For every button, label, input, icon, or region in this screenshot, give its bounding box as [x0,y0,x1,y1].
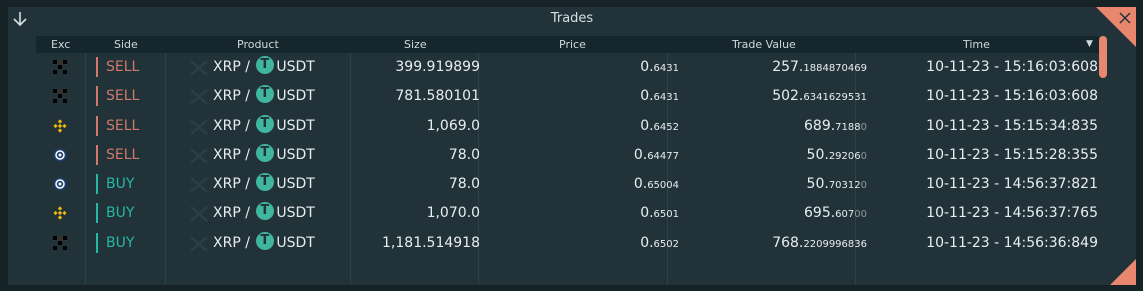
scrollbar-thumb[interactable] [1099,36,1107,78]
binance-icon [53,118,67,133]
side-indicator [96,115,98,136]
col-header-exc[interactable]: Exc [51,38,70,51]
col-header-trade-value[interactable]: Trade Value [732,38,796,51]
side-indicator [96,174,98,195]
usdt-icon [256,167,275,196]
trade-value: 502.6341629531 [772,88,867,105]
price-value: 0.6431 [640,59,679,75]
col-header-size[interactable]: Size [404,38,427,51]
xrp-icon [190,206,208,223]
trade-value: 689.71880 [804,117,867,134]
table-row[interactable]: SELL XRP / USDT 78.0 0.64477 50.292060 1… [36,138,1099,170]
price-value: 0.6502 [640,234,679,251]
resize-handle-icon[interactable] [1110,259,1136,285]
okx-icon [53,89,67,104]
price-value: 0.6452 [640,117,679,134]
xrp-icon [190,147,208,164]
trade-time: 10-11-23 - 15:15:34:835 [926,117,1098,134]
side-label: SELL [106,146,140,163]
usdt-icon [256,196,275,226]
table-row[interactable]: SELL XRP / USDT 781.580101 0.6431 502.63… [36,79,1099,111]
panel-title: Trades [550,11,594,26]
side-indicator [96,232,98,253]
cryptocom-icon [53,148,67,162]
size-value: 78.0 [448,176,480,193]
trades-panel: Trades Exc Side Product Size Price Trade… [8,7,1136,285]
side-indicator [96,57,98,77]
side-label: SELL [106,117,140,134]
price-value: 0.64477 [633,146,679,163]
usdt-icon [256,138,275,167]
table-body: SELL XRP / USDT 399.919899 0.6431 257.18… [36,50,1099,258]
table-header: Exc Side Product Size Price Trade Value … [36,36,1099,53]
trade-value: 50.292060 [806,146,867,163]
trade-value: 768.2209996836 [772,234,867,251]
side-label: SELL [106,88,140,105]
usdt-icon [256,109,275,138]
side-label: BUY [106,205,135,222]
cryptocom-icon [53,177,67,191]
product-pair: XRP / USDT [213,167,315,199]
product-pair: XRP / USDT [213,50,315,82]
usdt-icon [256,79,275,109]
col-header-side[interactable]: Side [114,38,138,51]
xrp-icon [190,60,208,76]
trade-value: 50.703120 [806,176,867,193]
side-indicator [96,144,98,165]
trade-time: 10-11-23 - 15:16:03:608 [926,88,1098,105]
trade-time: 10-11-23 - 15:16:03:608 [926,59,1098,75]
usdt-icon [256,50,275,79]
table-row[interactable]: BUY XRP / USDT 1,181.514918 0.6502 768.2… [36,226,1099,258]
product-pair: XRP / USDT [213,138,315,170]
side-indicator [96,86,98,107]
xrp-icon [190,118,208,135]
side-label: BUY [106,234,135,251]
col-header-time[interactable]: Time [963,38,990,51]
xrp-icon [190,89,208,106]
side-label: BUY [106,176,135,193]
trade-time: 10-11-23 - 14:56:37:821 [926,176,1098,193]
trade-time: 10-11-23 - 14:56:36:849 [926,234,1098,251]
side-label: SELL [106,59,140,75]
size-value: 1,070.0 [426,205,480,222]
price-value: 0.65004 [633,176,679,193]
side-indicator [96,203,98,224]
sort-descending-icon[interactable]: ▼ [1086,39,1093,49]
size-value: 399.919899 [395,59,480,75]
usdt-icon [256,226,275,255]
trade-time: 10-11-23 - 14:56:37:765 [926,205,1098,222]
size-value: 781.580101 [395,88,480,105]
price-value: 0.6431 [640,88,679,105]
size-value: 1,069.0 [426,117,480,134]
trade-time: 10-11-23 - 15:15:28:355 [926,146,1098,163]
binance-icon [53,206,67,221]
trade-value: 695.60700 [804,205,867,222]
product-pair: XRP / USDT [213,79,315,111]
okx-icon [53,60,67,74]
xrp-icon [190,177,208,194]
trade-value: 257.1884870469 [772,59,867,75]
product-pair: XRP / USDT [213,196,315,228]
trades-table: Exc Side Product Size Price Trade Value … [36,36,1099,285]
table-row[interactable]: SELL XRP / USDT 399.919899 0.6431 257.18… [36,50,1099,82]
size-value: 78.0 [448,146,480,163]
xrp-icon [190,235,208,252]
product-pair: XRP / USDT [213,226,315,258]
size-value: 1,181.514918 [382,234,480,251]
table-row[interactable]: BUY XRP / USDT 1,070.0 0.6501 695.60700 … [36,196,1099,228]
okx-icon [53,235,67,250]
col-header-price[interactable]: Price [559,38,586,51]
product-pair: XRP / USDT [213,109,315,141]
table-row[interactable]: SELL XRP / USDT 1,069.0 0.6452 689.71880… [36,109,1099,141]
col-header-product[interactable]: Product [237,38,279,51]
price-value: 0.6501 [640,205,679,222]
table-row[interactable]: BUY XRP / USDT 78.0 0.65004 50.703120 10… [36,167,1099,199]
